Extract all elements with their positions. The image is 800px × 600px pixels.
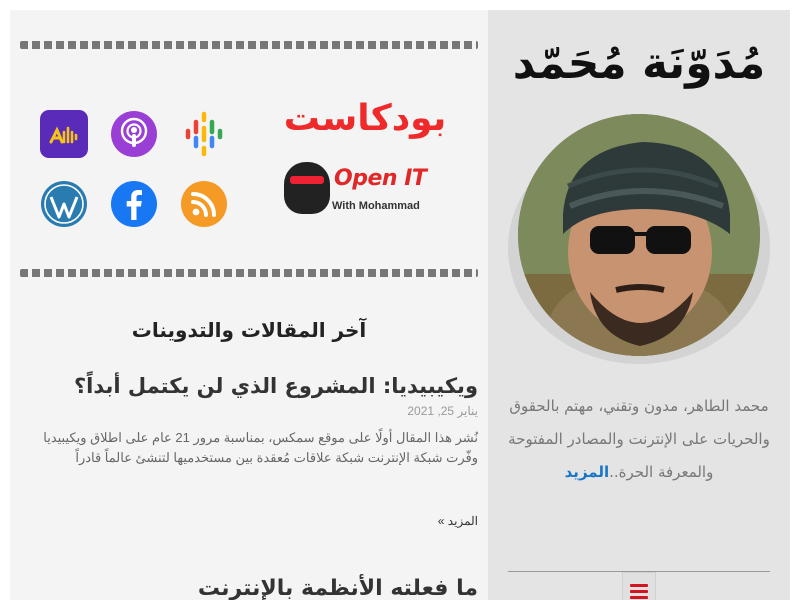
post-title-link[interactable]: ويكيبيديا: المشروع الذي لن يكتمل أبداً؟: [28, 374, 478, 398]
main-column: بودكاست Open IT With Mohammad آخر المقال…: [10, 10, 488, 600]
author-bio: محمد الطاهر، مدون وتقني، مهتم بالحقوق وا…: [504, 390, 774, 489]
anchor-icon[interactable]: [40, 110, 88, 158]
dashed-divider: [20, 269, 478, 277]
hamburger-menu-icon[interactable]: [622, 572, 656, 600]
facebook-icon[interactable]: [110, 180, 158, 228]
podcast-logo[interactable]: Open IT With Mohammad: [284, 160, 454, 220]
avatar: [518, 114, 760, 356]
podcast-logo-subtitle: With Mohammad: [332, 200, 420, 212]
podcast-host-silhouette: [284, 162, 330, 214]
podcast-logo-name: Open IT: [334, 166, 427, 191]
post-date: يناير 25, 2021: [407, 404, 478, 418]
sidebar: مُدَوّنَة مُحَمّد محمد الطاهر، مدون وتقن…: [488, 10, 790, 600]
google-podcasts-icon[interactable]: [180, 110, 228, 158]
dashed-divider: [20, 41, 478, 49]
read-more-link[interactable]: المزيد »: [438, 514, 478, 528]
rss-icon[interactable]: [180, 180, 228, 228]
apple-podcasts-icon[interactable]: [110, 110, 158, 158]
site-logo-text: مُدَوّنَة مُحَمّد: [513, 38, 765, 89]
podcast-title: بودكاست: [283, 98, 447, 139]
latest-posts-heading: آخر المقالات والتدوينات: [131, 318, 367, 342]
post-excerpt: نُشر هذا المقال أولًا على موقع سمكس، بمن…: [43, 430, 478, 465]
author-bio-text: محمد الطاهر، مدون وتقني، مهتم بالحقوق وا…: [508, 397, 770, 481]
bio-more-link[interactable]: المزيد: [565, 463, 609, 481]
site-logo[interactable]: مُدَوّنَة مُحَمّد: [508, 24, 770, 96]
wordpress-icon[interactable]: [40, 180, 88, 228]
post-title-link[interactable]: ما فعلته الأنظمة بالإنترنت: [28, 576, 478, 600]
